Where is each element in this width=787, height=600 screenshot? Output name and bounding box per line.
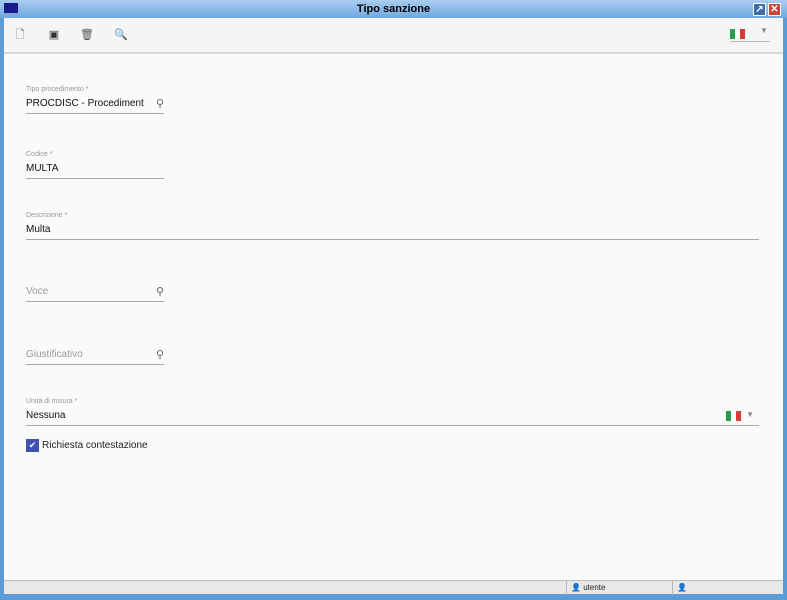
field-label: Codice * xyxy=(26,151,53,158)
field-placeholder: Giustificativo xyxy=(26,349,83,360)
italian-flag-icon xyxy=(730,29,745,39)
giustificativo-field[interactable]: Giustificativo ⚲ xyxy=(26,337,164,365)
tipo-procedimento-field[interactable]: Tipo procedimento * PROCDISC - Procedime… xyxy=(26,86,164,114)
field-value: Multa xyxy=(26,224,51,235)
save-icon[interactable]: ▣ xyxy=(47,28,61,42)
italian-flag-icon xyxy=(726,411,741,421)
status-user-2: 👤 xyxy=(672,581,776,595)
new-icon[interactable]: 🗋 xyxy=(13,28,27,42)
field-value: MULTA xyxy=(26,163,59,174)
field-label: Unità di misura * xyxy=(26,398,78,405)
window-title: Tipo sanzione xyxy=(356,3,431,15)
field-placeholder: Voce xyxy=(26,286,49,297)
user-icon: 👤 xyxy=(677,583,687,592)
codice-field[interactable]: Codice * MULTA xyxy=(26,151,164,179)
restore-icon[interactable]: ↗ xyxy=(753,3,766,16)
user-name: utente xyxy=(583,583,606,592)
delete-icon[interactable]: 🗑 xyxy=(80,28,94,42)
status-bar: 👤 utente 👤 xyxy=(4,580,783,595)
chevron-down-icon: ▼ xyxy=(746,410,754,419)
descrizione-field[interactable]: Descrizione * Multa xyxy=(26,212,759,240)
search-icon[interactable]: ⚲ xyxy=(156,285,164,298)
window-body: 🗋 ▣ 🗑 🔍 ▼ Tipo procedimento * PROCDISC -… xyxy=(4,18,783,595)
search-icon[interactable]: 🔍 xyxy=(114,28,128,42)
user-icon: 👤 xyxy=(571,583,581,592)
voce-field[interactable]: Voce ⚲ xyxy=(26,274,164,302)
field-label: Descrizione * xyxy=(26,212,68,219)
unita-misura-select[interactable]: Unità di misura * Nessuna ▼ xyxy=(26,398,759,426)
field-value: Nessuna xyxy=(26,410,66,421)
close-icon[interactable]: ✕ xyxy=(768,3,781,16)
search-icon[interactable]: ⚲ xyxy=(156,97,164,110)
chevron-down-icon: ▼ xyxy=(760,26,768,35)
toolbar: 🗋 ▣ 🗑 🔍 ▼ xyxy=(4,18,783,54)
richiesta-contestazione-checkbox[interactable]: ✔ xyxy=(26,439,39,452)
field-label: Tipo procedimento * xyxy=(26,86,89,93)
search-icon[interactable]: ⚲ xyxy=(156,348,164,361)
status-user: 👤 utente xyxy=(566,581,672,595)
field-value: PROCDISC - Procediment xyxy=(26,98,144,109)
checkbox-label: Richiesta contestazione xyxy=(42,440,148,451)
title-bar: Tipo sanzione ↗ ✕ xyxy=(0,0,787,18)
language-select[interactable]: ▼ xyxy=(730,26,770,42)
